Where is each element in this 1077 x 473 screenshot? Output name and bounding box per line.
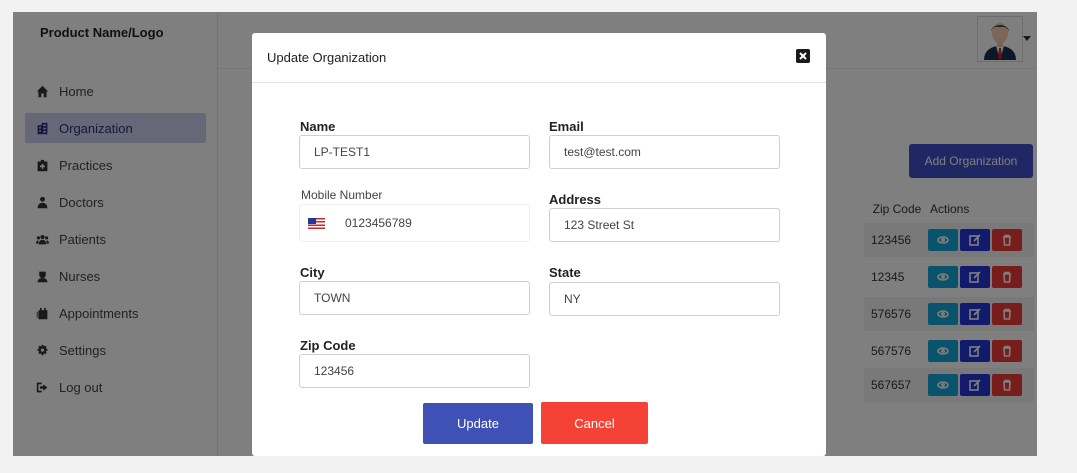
mobile-field[interactable]: 0123456789 (299, 204, 530, 242)
zip-label: Zip Code (300, 338, 356, 353)
email-field[interactable] (549, 135, 780, 169)
mobile-value[interactable]: 0123456789 (345, 216, 412, 230)
close-button[interactable] (796, 49, 810, 63)
email-label: Email (549, 119, 584, 134)
cancel-button[interactable]: Cancel (541, 402, 648, 444)
state-label: State (549, 265, 581, 280)
state-field[interactable] (549, 282, 780, 316)
address-field[interactable] (549, 208, 780, 242)
name-field[interactable] (299, 135, 530, 169)
zip-field[interactable] (299, 354, 530, 388)
name-label: Name (300, 119, 336, 134)
city-field[interactable] (299, 281, 530, 315)
modal-title: Update Organization (267, 50, 387, 65)
mobile-label: Mobile Number (301, 188, 383, 202)
us-flag-icon[interactable] (308, 217, 325, 229)
modal-header: Update Organization (252, 33, 826, 83)
address-label: Address (549, 192, 602, 207)
city-label: City (300, 265, 325, 280)
close-icon (799, 52, 807, 60)
update-button[interactable]: Update (423, 403, 533, 444)
update-organization-modal: Update Organization Name Email Mobile Nu… (252, 33, 826, 456)
